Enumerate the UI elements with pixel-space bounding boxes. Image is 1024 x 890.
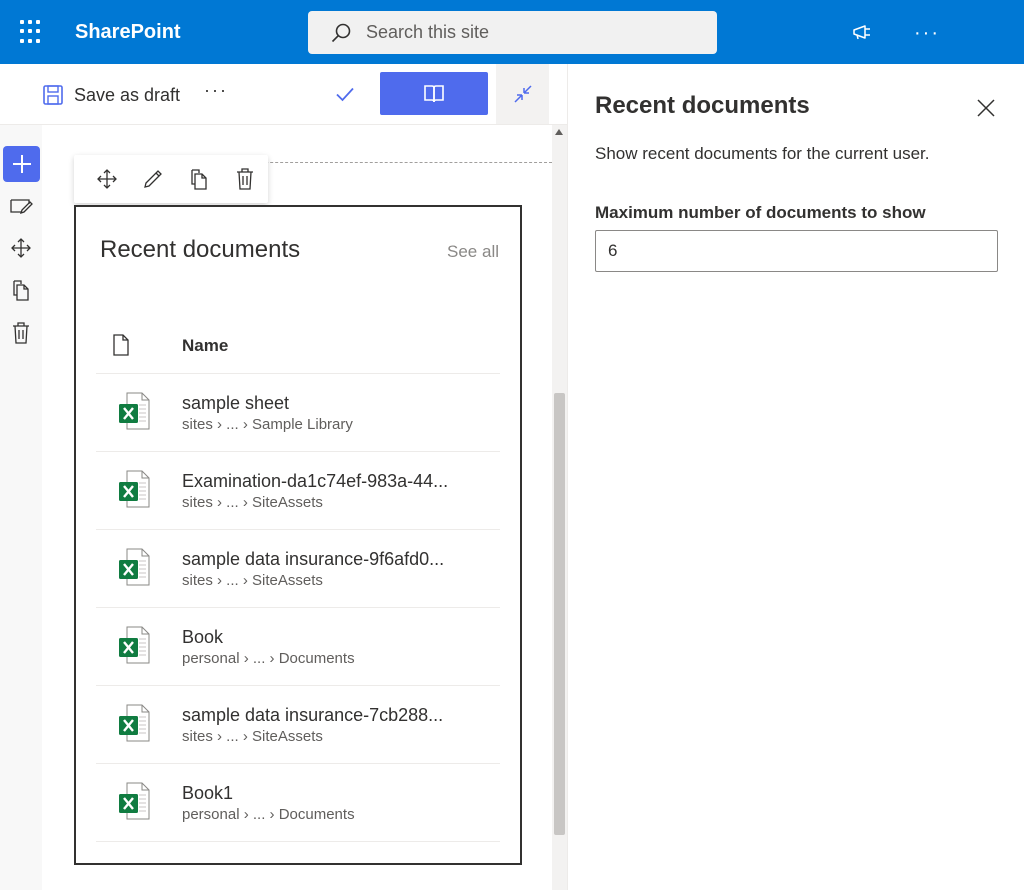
max-documents-input[interactable] bbox=[595, 230, 998, 272]
excel-file-icon bbox=[119, 704, 150, 742]
canvas-scrollbar[interactable] bbox=[552, 125, 567, 890]
document-name: sample data insurance-9f6afd0... bbox=[182, 549, 445, 569]
max-documents-label: Maximum number of documents to show bbox=[595, 203, 926, 222]
page-canvas: Recent documents See all Name sample she… bbox=[42, 125, 552, 890]
more-options-icon[interactable]: ··· bbox=[912, 18, 942, 48]
scroll-up-arrow-icon[interactable] bbox=[555, 129, 563, 135]
edit-section-icon[interactable] bbox=[8, 193, 34, 219]
search-box[interactable]: Search this site bbox=[308, 11, 717, 54]
save-as-draft-button[interactable]: Save as draft bbox=[42, 82, 180, 108]
app-launcher-icon[interactable] bbox=[20, 20, 44, 44]
property-pane-description: Show recent documents for the current us… bbox=[595, 144, 930, 163]
document-path: sites › ... › SiteAssets bbox=[182, 494, 323, 511]
duplicate-section-icon[interactable] bbox=[8, 277, 34, 303]
excel-file-icon bbox=[119, 626, 150, 664]
search-placeholder: Search this site bbox=[366, 22, 490, 42]
publish-button[interactable] bbox=[380, 72, 488, 115]
excel-file-icon bbox=[119, 782, 150, 820]
edit-webpart-icon[interactable] bbox=[130, 161, 176, 197]
collapse-button[interactable] bbox=[496, 64, 549, 124]
search-icon bbox=[331, 23, 351, 42]
column-header-name[interactable]: Name bbox=[182, 336, 228, 356]
command-bar: Save as draft ··· bbox=[0, 64, 567, 125]
document-name: Book bbox=[182, 627, 224, 647]
duplicate-webpart-icon[interactable] bbox=[176, 161, 222, 197]
list-item[interactable]: sample data insurance-7cb288... sites › … bbox=[96, 686, 500, 764]
move-webpart-icon[interactable] bbox=[84, 161, 130, 197]
collapse-icon bbox=[513, 85, 532, 103]
document-path: personal › ... › Documents bbox=[182, 650, 355, 667]
save-icon bbox=[43, 85, 63, 105]
property-pane-title: Recent documents bbox=[595, 92, 810, 119]
megaphone-icon[interactable] bbox=[848, 18, 878, 48]
excel-file-icon bbox=[119, 470, 150, 508]
delete-section-icon[interactable] bbox=[8, 320, 34, 346]
suite-header: SharePoint Search this site ··· bbox=[0, 0, 1024, 64]
command-more-button[interactable]: ··· bbox=[204, 80, 228, 101]
list-header: Name bbox=[96, 324, 500, 374]
excel-file-icon bbox=[119, 392, 150, 430]
section-toolbar bbox=[0, 125, 42, 890]
document-path: sites › ... › Sample Library bbox=[182, 416, 353, 433]
list-item[interactable]: Examination-da1c74ef-983a-44... sites › … bbox=[96, 452, 500, 530]
recent-documents-webpart[interactable]: Recent documents See all Name sample she… bbox=[74, 205, 522, 865]
document-path: sites › ... › SiteAssets bbox=[182, 572, 323, 589]
book-icon bbox=[424, 84, 444, 102]
document-list: sample sheet sites › ... › Sample Librar… bbox=[96, 374, 500, 842]
delete-webpart-icon[interactable] bbox=[222, 161, 268, 197]
excel-file-icon bbox=[119, 548, 150, 586]
document-name: Book1 bbox=[182, 783, 234, 803]
document-name: Examination-da1c74ef-983a-44... bbox=[182, 471, 449, 491]
close-icon[interactable] bbox=[974, 96, 998, 120]
list-item[interactable]: sample sheet sites › ... › Sample Librar… bbox=[96, 374, 500, 452]
sharepoint-editor: SharePoint Search this site ··· Save as … bbox=[0, 0, 1024, 890]
property-pane: Recent documents Show recent documents f… bbox=[567, 64, 1024, 890]
see-all-link[interactable]: See all bbox=[447, 242, 499, 262]
list-item[interactable]: Book personal › ... › Documents bbox=[96, 608, 500, 686]
plus-icon bbox=[12, 155, 31, 173]
document-path: personal › ... › Documents bbox=[182, 806, 355, 823]
scroll-thumb[interactable] bbox=[554, 393, 565, 835]
add-section-button[interactable] bbox=[3, 146, 40, 182]
list-item[interactable]: sample data insurance-9f6afd0... sites ›… bbox=[96, 530, 500, 608]
document-icon bbox=[113, 334, 129, 356]
check-icon[interactable] bbox=[333, 82, 357, 111]
save-as-draft-label: Save as draft bbox=[74, 84, 181, 105]
move-section-icon[interactable] bbox=[8, 235, 34, 261]
document-path: sites › ... › SiteAssets bbox=[182, 728, 323, 745]
webpart-toolbar bbox=[74, 155, 268, 203]
list-item[interactable]: Book1 personal › ... › Documents bbox=[96, 764, 500, 842]
document-name: sample data insurance-7cb288... bbox=[182, 705, 444, 725]
document-name: sample sheet bbox=[182, 393, 290, 413]
app-name[interactable]: SharePoint bbox=[75, 21, 181, 44]
webpart-title: Recent documents bbox=[100, 236, 301, 263]
